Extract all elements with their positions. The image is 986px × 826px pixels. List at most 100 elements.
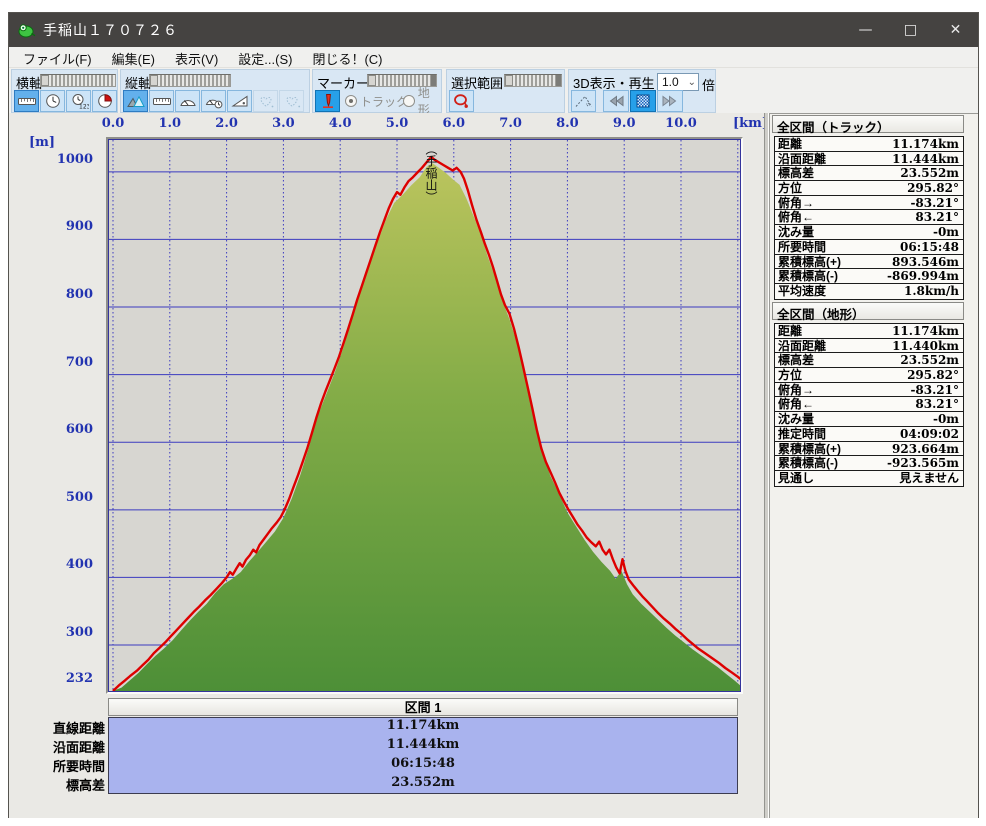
terrain-stats-table: 距離 11.174km 沿面距離 11.440km 標高差 23.552m 方位… (774, 323, 964, 487)
close-button[interactable]: ✕ (933, 13, 978, 47)
stat-row: 累積標高(+) 893.546m (775, 255, 963, 270)
stat-label: 累積標高(-) (778, 456, 838, 471)
slider-thumb[interactable] (41, 75, 49, 86)
x-axis-unit-label: [km] (733, 116, 769, 131)
stat-label: 沿面距離 (778, 151, 827, 166)
stat-row: 累積標高(-) -869.994m (775, 269, 963, 284)
stat-label: 平均速度 (778, 283, 827, 298)
x-tick-label: 0.0 (101, 116, 125, 131)
vaxis-distance-button[interactable] (149, 90, 174, 112)
stat-value: -869.994m (887, 269, 959, 284)
stat-value: 11.440km (892, 338, 959, 353)
stat-value: 見えません (899, 470, 959, 485)
stat-row: 沈み量 -0m (775, 225, 963, 240)
title-bar[interactable]: 手稲山１７０７２６ — □ ✕ (9, 13, 978, 47)
playback-speed-value: 1.0 (662, 75, 679, 89)
playback-speed-unit: 倍 (702, 78, 716, 93)
menu-item[interactable]: 設定...(S) (228, 47, 302, 68)
haxis-distance-button[interactable] (14, 90, 39, 112)
playback-3d-view-button[interactable] (571, 90, 596, 112)
vaxis-heartrate-2-button[interactable] (279, 90, 304, 112)
stat-label: 標高差 (778, 166, 815, 181)
stat-row: 平均速度 1.8km/h (775, 284, 963, 299)
marker-pen-icon (322, 94, 333, 108)
section-value: 23.552m (391, 775, 455, 790)
app-icon (18, 21, 36, 39)
stat-label: 俯角→ (778, 382, 815, 397)
stat-value: 893.546m (892, 254, 959, 269)
slider-thumb[interactable] (150, 75, 158, 86)
vertical-axis-slider[interactable] (149, 74, 231, 87)
menu-bar: ファイル(F) 編集(E) 表示(V) 設定...(S) 閉じる！(C) (9, 47, 978, 68)
x-tick-label: 6.0 (442, 116, 466, 131)
y-tick-label: 300 (65, 625, 93, 641)
vaxis-elevation-button[interactable] (123, 90, 148, 112)
marker-terrain-radio[interactable]: 地形 (403, 86, 441, 117)
menu-item[interactable]: ファイル(F) (13, 47, 102, 68)
stat-row: 所要時間 06:15:48 (775, 240, 963, 255)
selection-lasso-button[interactable] (449, 90, 474, 112)
stat-value: 23.552m (900, 353, 959, 368)
stat-row: 推定時間 04:09:02 (775, 427, 963, 442)
stat-label: 沈み量 (778, 412, 815, 427)
selection-slider[interactable] (504, 74, 562, 87)
haxis-elapsed-button[interactable] (92, 90, 117, 112)
marker-pen-button[interactable] (315, 90, 340, 112)
stat-row: 俯角→ -83.21° (775, 196, 963, 211)
stats-panel: 全区間（トラック） 距離 11.174km 沿面距離 11.444km 標高差 … (769, 113, 978, 818)
haxis-time-numbered-button[interactable]: 123 (66, 90, 91, 112)
playback-speed-select[interactable]: 1.0 ⌄ (657, 73, 699, 91)
section-label: 所要時間 (52, 759, 105, 774)
section-value: 06:15:48 (391, 756, 455, 771)
stat-row: 累積標高(+) 923.664m (775, 442, 963, 457)
track-stats-header: 全区間（トラック） (772, 115, 964, 135)
stat-row: 沿面距離 11.440km (775, 339, 963, 354)
x-tick-label: 5.0 (385, 116, 409, 131)
stat-row: 累積標高(-) -923.565m (775, 456, 963, 471)
radio-dot (345, 95, 357, 107)
stat-label: 距離 (778, 137, 803, 151)
vaxis-slope-button[interactable] (227, 90, 252, 112)
minimize-button[interactable]: — (843, 13, 888, 47)
y-tick-label: 232 (65, 671, 93, 686)
ruler-icon (152, 98, 171, 105)
stat-row: 俯角← 83.21° (775, 210, 963, 226)
stat-value: 295.82° (907, 368, 959, 383)
menu-item[interactable]: 編集(E) (102, 47, 165, 68)
stat-value: 11.444km (892, 151, 959, 166)
playback-rewind-button[interactable] (603, 90, 629, 112)
stat-row: 俯角← 83.21° (775, 397, 963, 413)
app-window: 手稲山１７０７２６ — □ ✕ ファイル(F) 編集(E) 表示(V) 設定...(S… (8, 12, 979, 818)
maximize-button[interactable]: □ (888, 13, 933, 47)
menu-item[interactable]: 表示(V) (165, 47, 228, 68)
slider-thumb[interactable] (368, 75, 376, 86)
horizontal-axis-slider[interactable] (40, 74, 116, 87)
elevation-plot[interactable] (106, 137, 743, 694)
vaxis-heartrate-1-button[interactable] (253, 90, 278, 112)
playback-forward-button[interactable] (657, 90, 683, 112)
playback-stop-button[interactable] (630, 90, 656, 112)
slider-thumb[interactable] (505, 75, 513, 86)
radio-label: トラック (360, 94, 409, 109)
terrain-stats-header: 全区間（地形） (772, 302, 964, 322)
y-tick-label: 400 (65, 557, 93, 573)
stat-row: 俯角→ -83.21° (775, 383, 963, 398)
menu-item[interactable]: 閉じる！(C) (302, 47, 392, 68)
vaxis-speed-button[interactable] (175, 90, 200, 112)
stat-value: 923.664m (892, 441, 959, 456)
stat-row: 方位 295.82° (775, 181, 963, 196)
section-label: 標高差 (65, 778, 105, 793)
stat-value: 83.21° (915, 210, 959, 225)
section-value: 11.174km (386, 718, 460, 733)
haxis-time-button[interactable] (40, 90, 65, 112)
rewind-icon (609, 95, 624, 107)
vaxis-speed-time-button[interactable] (201, 90, 226, 112)
stat-row: 標高差 23.552m (775, 166, 963, 182)
elevation-profile-chart[interactable] (108, 139, 741, 692)
stat-value: -0m (932, 412, 959, 427)
stat-row: 見通し 見えません (775, 471, 963, 486)
stat-row: 標高差 23.552m (775, 353, 963, 369)
stat-label: 方位 (778, 368, 803, 383)
marker-track-radio[interactable]: トラック (345, 92, 408, 110)
section-values-box: 11.174km 11.444km 06:15:48 23.552m (108, 717, 738, 794)
